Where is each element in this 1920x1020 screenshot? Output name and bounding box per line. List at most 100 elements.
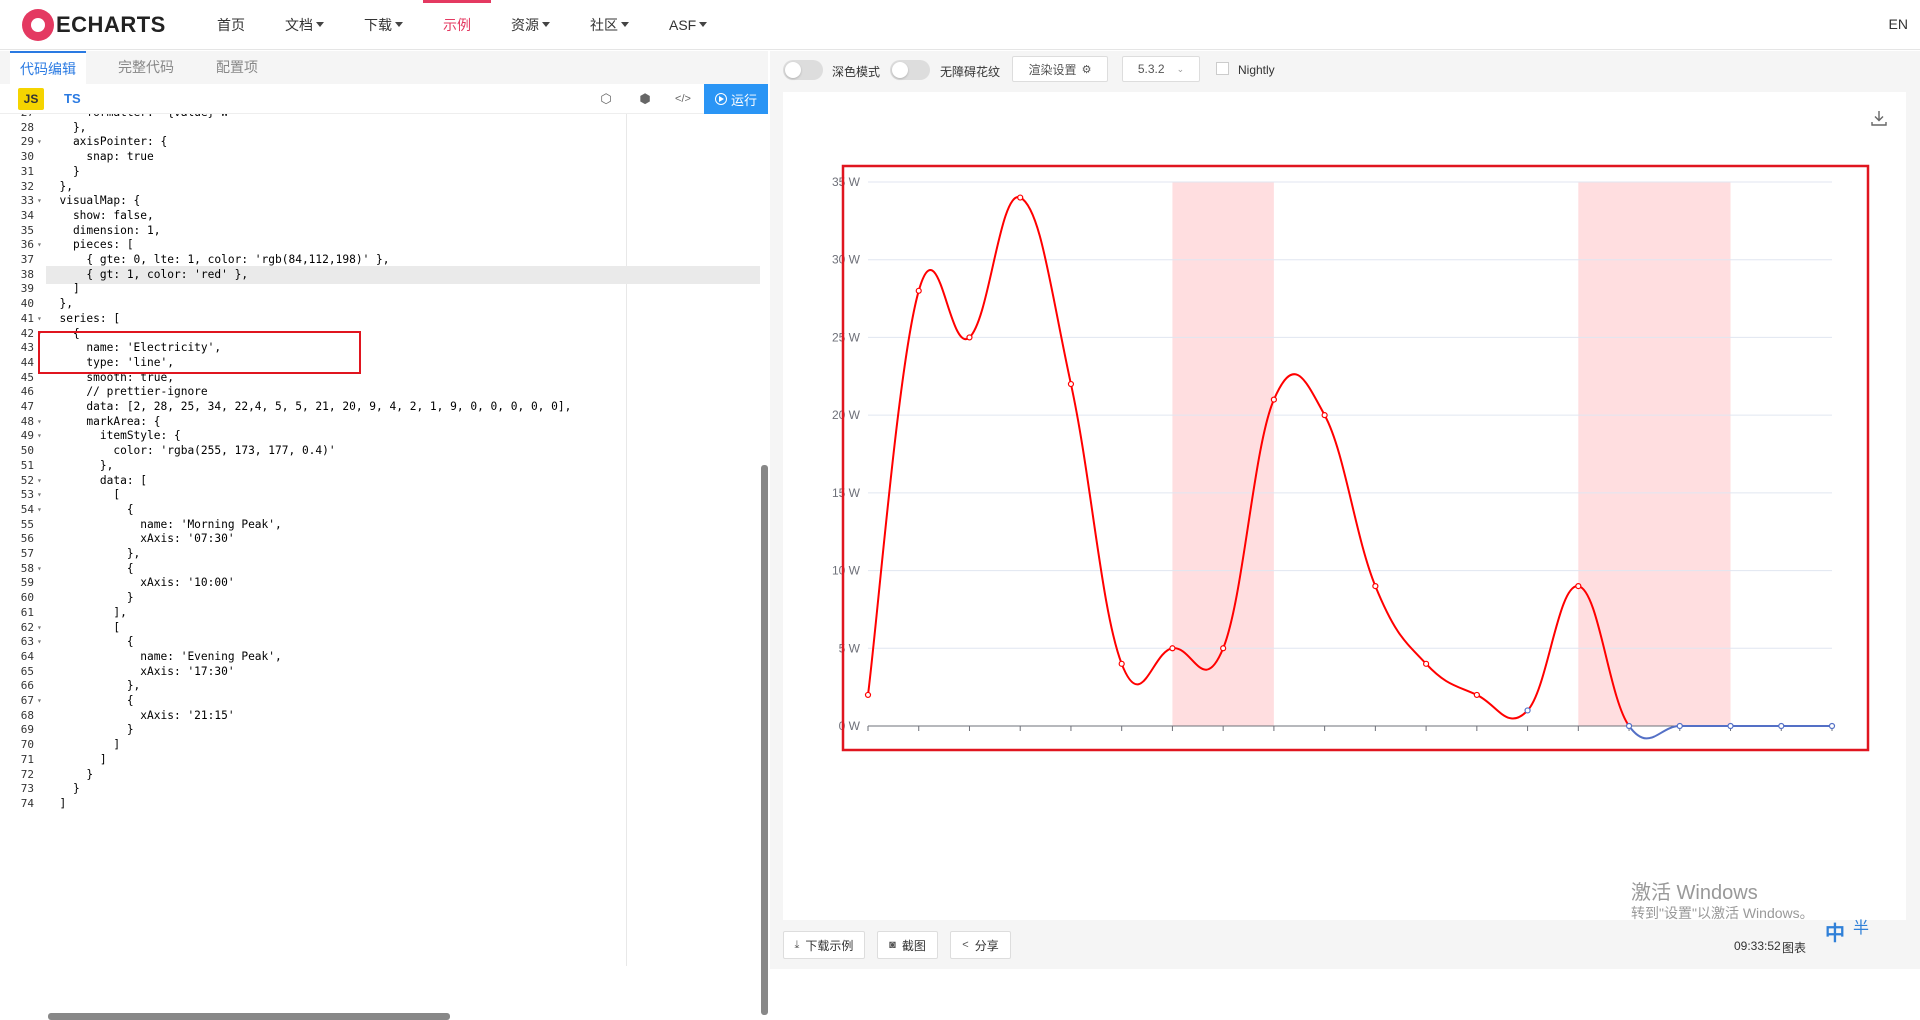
code-line[interactable]: [ — [46, 621, 120, 634]
code-line[interactable]: ] — [46, 738, 120, 751]
code-line[interactable]: }, — [46, 679, 140, 692]
screenshot-button[interactable]: ◙ 截图 — [877, 931, 938, 959]
code-line[interactable]: } — [46, 723, 134, 736]
data-point[interactable] — [1220, 645, 1227, 652]
code-line[interactable]: dimension: 1, — [46, 224, 161, 237]
code-line[interactable]: }, — [46, 121, 86, 134]
fold-toggle-icon[interactable]: ▾ — [37, 417, 42, 426]
code-line[interactable]: data: [ — [46, 474, 147, 487]
code-line[interactable]: xAxis: '17:30' — [46, 665, 234, 678]
code-line[interactable]: // prettier-ignore — [46, 385, 207, 398]
tab-code-edit[interactable]: 代码编辑 — [10, 51, 86, 84]
fold-toggle-icon[interactable]: ▾ — [37, 505, 42, 514]
code-line[interactable]: markArea: { — [46, 415, 160, 428]
code-line[interactable]: { gte: 0, lte: 1, color: 'rgb(84,112,198… — [46, 253, 389, 266]
nav-item-5[interactable]: 社区 — [570, 0, 649, 50]
fold-toggle-icon[interactable]: ▾ — [37, 623, 42, 632]
nav-item-3[interactable]: 示例 — [423, 0, 491, 50]
code-line[interactable]: visualMap: { — [46, 194, 140, 207]
download-example-button[interactable]: ⤓ 下载示例 — [783, 931, 865, 959]
code-line[interactable]: show: false, — [46, 209, 154, 222]
language-switch[interactable]: EN — [1889, 16, 1908, 32]
js-toggle[interactable]: JS — [18, 87, 44, 110]
code-line[interactable]: ] — [46, 753, 107, 766]
code-line[interactable]: formatter: '{value} W' — [46, 114, 234, 119]
code-line[interactable]: [ — [46, 488, 120, 501]
code-line[interactable]: }, — [46, 297, 72, 310]
code-line[interactable]: series: [ — [46, 312, 120, 325]
data-point[interactable] — [1169, 645, 1176, 652]
nav-item-0[interactable]: 首页 — [197, 0, 265, 50]
code-editor[interactable]: 272829▾30313233▾343536▾3738394041▾42▾434… — [0, 114, 760, 966]
code-line[interactable]: itemStyle: { — [46, 429, 181, 442]
code-line[interactable]: { — [46, 694, 134, 707]
data-point[interactable] — [1118, 660, 1125, 667]
tab-options[interactable]: 配置项 — [206, 51, 268, 84]
data-point[interactable] — [1473, 691, 1480, 699]
code-line[interactable]: }, — [46, 459, 113, 472]
data-point[interactable] — [1524, 707, 1531, 714]
fold-toggle-icon[interactable]: ▾ — [37, 564, 42, 573]
code-line[interactable]: }, — [46, 180, 72, 193]
chart-container[interactable]: 0 W5 W 10 W 15 W 20 W 25 W 30 W 35 W — [783, 92, 1906, 920]
data-point[interactable] — [864, 691, 872, 699]
code-content[interactable]: formatter: '{value} W' }, axisPointer: {… — [46, 114, 760, 966]
fold-toggle-icon[interactable]: ▾ — [37, 637, 42, 646]
codesandbox-icon[interactable]: ⬢ — [637, 91, 653, 107]
save-as-image-icon[interactable] — [1870, 109, 1888, 127]
codepen-icon[interactable]: ⬡ — [598, 91, 614, 107]
code-line[interactable]: axisPointer: { — [46, 135, 167, 148]
code-line[interactable]: data: [2, 28, 25, 34, 22,4, 5, 5, 21, 20… — [46, 400, 571, 413]
code-line[interactable]: } — [46, 768, 93, 781]
data-point[interactable] — [1625, 722, 1633, 730]
fold-toggle-icon[interactable]: ▾ — [37, 314, 42, 323]
code-line[interactable]: ] — [46, 797, 66, 810]
tab-full-code[interactable]: 完整代码 — [108, 51, 184, 84]
fold-toggle-icon[interactable]: ▾ — [37, 696, 42, 705]
code-line[interactable]: ], — [46, 606, 126, 619]
decal-toggle[interactable] — [890, 60, 930, 80]
code-line[interactable]: xAxis: '07:30' — [46, 532, 234, 545]
line-chart[interactable]: 0 W5 W10 W15 W20 W25 W30 W35 W — [783, 92, 1906, 920]
data-point[interactable] — [1727, 722, 1734, 730]
data-point[interactable] — [1778, 722, 1785, 730]
nav-item-1[interactable]: 文档 — [265, 0, 344, 50]
fold-toggle-icon[interactable]: ▾ — [37, 240, 42, 249]
code-line[interactable]: name: 'Evening Peak', — [46, 650, 281, 663]
ime-width-indicator[interactable]: 半 — [1853, 914, 1869, 938]
code-line[interactable]: { — [46, 562, 134, 575]
run-button[interactable]: 运行 — [704, 84, 768, 114]
code-line[interactable]: color: 'rgba(255, 173, 177, 0.4)' — [46, 444, 335, 457]
horizontal-scrollbar[interactable] — [48, 1013, 450, 1020]
code-line[interactable]: xAxis: '10:00' — [46, 576, 234, 589]
render-settings-button[interactable]: 渲染设置 ⚙ — [1012, 56, 1108, 82]
nav-item-2[interactable]: 下载 — [344, 0, 423, 50]
code-line[interactable]: ] — [46, 282, 80, 295]
nav-item-4[interactable]: 资源 — [491, 0, 570, 50]
data-point[interactable] — [1321, 412, 1328, 419]
code-line[interactable]: }, — [46, 547, 140, 560]
code-line[interactable]: snap: true — [46, 150, 153, 163]
data-point[interactable] — [1017, 194, 1024, 201]
data-point[interactable] — [1676, 722, 1683, 730]
ime-mode-indicator[interactable]: 中 — [1825, 917, 1845, 946]
code-line[interactable]: xAxis: '21:15' — [46, 709, 234, 722]
code-line[interactable]: { gt: 1, color: 'red' }, — [46, 268, 248, 281]
code-line[interactable]: } — [46, 165, 80, 178]
code-line[interactable]: { — [46, 635, 134, 648]
fold-toggle-icon[interactable]: ▾ — [37, 476, 42, 485]
data-point[interactable] — [1828, 722, 1836, 730]
code-line[interactable]: pieces: [ — [46, 238, 134, 251]
code-line[interactable]: name: 'Morning Peak', — [46, 518, 281, 531]
data-point[interactable] — [966, 334, 973, 341]
fold-toggle-icon[interactable]: ▾ — [37, 137, 42, 146]
data-point[interactable] — [1372, 583, 1379, 590]
echarts-logo[interactable]: ECHARTS — [22, 8, 172, 41]
code-line[interactable]: } — [46, 591, 134, 604]
share-button[interactable]: < 分享 — [950, 931, 1011, 959]
version-select[interactable]: 5.3.2 ⌄ — [1122, 56, 1200, 82]
nav-item-6[interactable]: ASF — [649, 0, 727, 50]
fold-toggle-icon[interactable]: ▾ — [37, 196, 42, 205]
code-format-icon[interactable]: </> — [675, 91, 691, 107]
dark-mode-toggle[interactable] — [783, 60, 823, 80]
